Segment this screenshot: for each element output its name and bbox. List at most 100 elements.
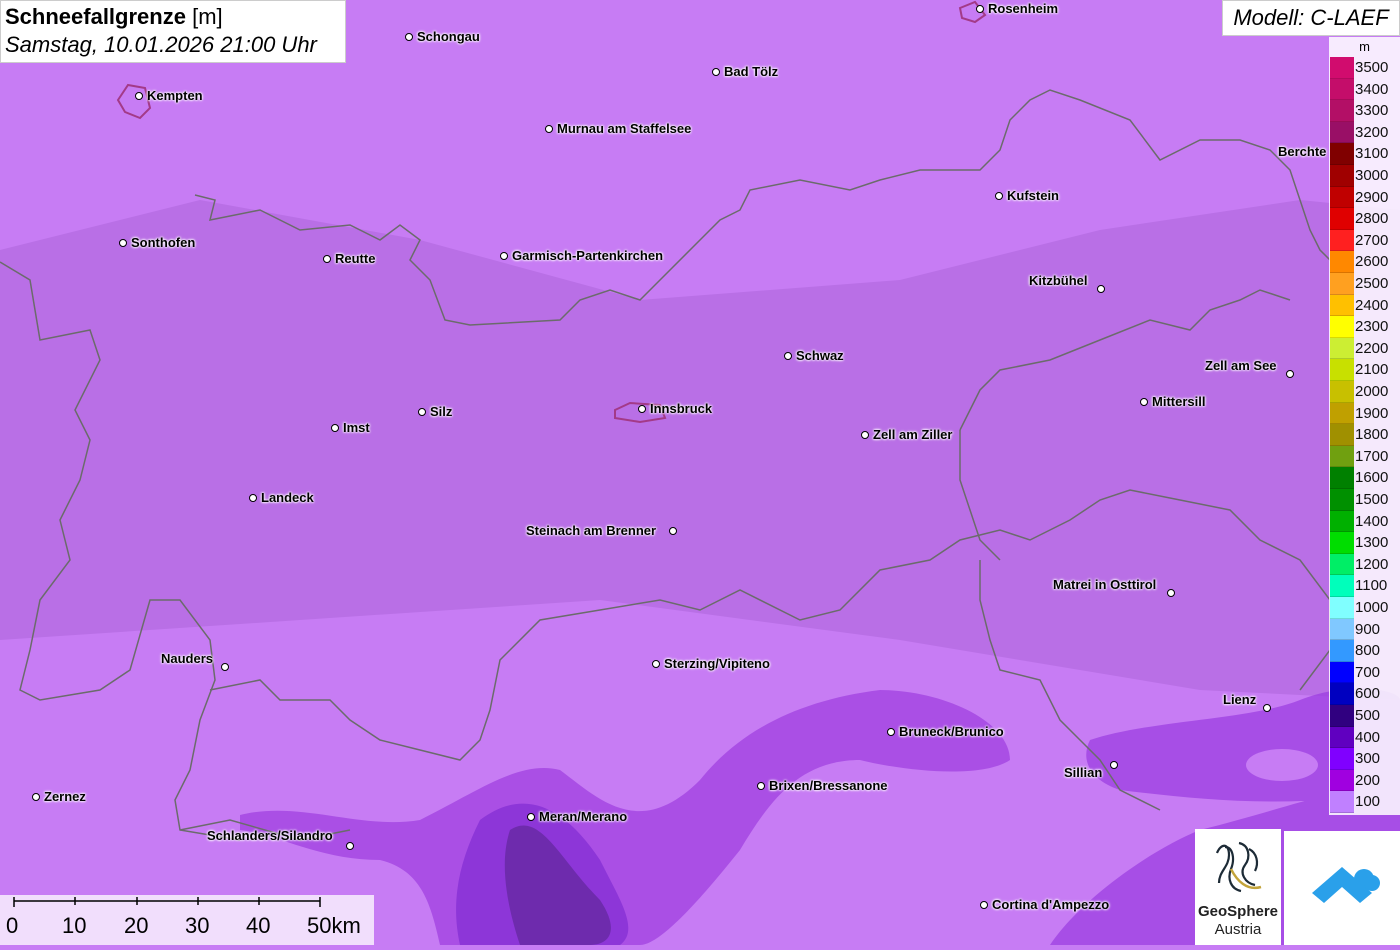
city-label: Landeck bbox=[261, 490, 314, 505]
legend-label: 2300 bbox=[1355, 318, 1389, 336]
legend-swatch bbox=[1330, 251, 1354, 273]
legend-swatch bbox=[1330, 402, 1354, 425]
legend-row: 1300 bbox=[1329, 532, 1400, 554]
legend-row: 2500 bbox=[1329, 273, 1400, 295]
legend-swatch bbox=[1330, 575, 1354, 597]
legend-label: 100 bbox=[1355, 793, 1381, 811]
city-dot bbox=[638, 405, 646, 413]
legend-row: 1200 bbox=[1329, 553, 1400, 576]
map-canvas bbox=[0, 0, 1400, 945]
city-label: Matrei in Osttirol bbox=[1053, 577, 1157, 592]
city-label: Kitzbühel bbox=[1029, 273, 1088, 288]
legend-row: 1600 bbox=[1329, 467, 1400, 489]
legend-swatch bbox=[1330, 100, 1354, 122]
city-dot bbox=[887, 728, 895, 736]
legend-swatch bbox=[1330, 489, 1354, 511]
map-title: Schneefallgrenze bbox=[5, 4, 186, 29]
city-dot bbox=[249, 494, 257, 502]
legend-swatch bbox=[1330, 726, 1354, 749]
legend-swatch bbox=[1330, 208, 1354, 230]
legend-row: 900 bbox=[1329, 618, 1400, 641]
geosphere-logo-line1: GeoSphere bbox=[1197, 903, 1279, 920]
legend-label: 500 bbox=[1355, 707, 1381, 724]
legend-label: 900 bbox=[1355, 620, 1381, 638]
city-dot bbox=[405, 33, 413, 41]
city-dot bbox=[119, 239, 127, 247]
legend-swatch bbox=[1330, 597, 1354, 619]
city-label: Bad Tölz bbox=[724, 64, 779, 79]
scale-tick-10: 10 bbox=[62, 913, 87, 938]
city-dot bbox=[1286, 370, 1294, 378]
legend-swatch bbox=[1330, 532, 1354, 554]
legend-swatch bbox=[1330, 640, 1354, 662]
scale-tick-40: 40 bbox=[246, 913, 271, 938]
legend-row: 1800 bbox=[1329, 424, 1400, 446]
legend-swatch bbox=[1330, 553, 1354, 576]
legend-swatch bbox=[1330, 510, 1354, 533]
map-title-box: Schneefallgrenze [m] Samstag, 10.01.2026… bbox=[0, 0, 346, 63]
city-dot bbox=[346, 842, 354, 850]
model-label: Modell: C-LAEF bbox=[1222, 0, 1400, 36]
app-logo bbox=[1284, 831, 1400, 945]
legend-swatch bbox=[1330, 381, 1354, 403]
legend-label: 1100 bbox=[1355, 577, 1388, 595]
legend-row: 800 bbox=[1329, 640, 1400, 662]
legend-label: 1600 bbox=[1355, 469, 1389, 487]
legend-swatch bbox=[1330, 769, 1354, 792]
city-label: Sillian bbox=[1064, 765, 1103, 780]
legend-row: 3200 bbox=[1329, 121, 1400, 144]
legend-swatch bbox=[1330, 294, 1354, 317]
legend-swatch bbox=[1330, 359, 1354, 381]
legend-label: 2700 bbox=[1355, 231, 1389, 249]
geosphere-logo: GeoSphere Austria bbox=[1195, 829, 1281, 945]
city-dot bbox=[527, 813, 535, 821]
legend-swatch bbox=[1330, 78, 1354, 101]
city-label: Mittersill bbox=[1152, 394, 1206, 409]
legend-swatch bbox=[1330, 143, 1354, 165]
legend-row: 600 bbox=[1329, 683, 1400, 705]
city-dot bbox=[1140, 398, 1148, 406]
city-dot bbox=[861, 431, 869, 439]
legend-swatch bbox=[1330, 229, 1354, 252]
legend-swatch bbox=[1330, 424, 1354, 446]
legend-label: 3300 bbox=[1355, 102, 1389, 120]
city-label: Reutte bbox=[335, 251, 376, 266]
legend-label: 3500 bbox=[1355, 59, 1389, 76]
city-dot bbox=[135, 92, 143, 100]
legend-label: 2600 bbox=[1355, 253, 1389, 271]
city-label: Schongau bbox=[417, 29, 480, 44]
legend-row: 200 bbox=[1329, 769, 1400, 792]
legend-label: 1900 bbox=[1355, 404, 1389, 422]
geosphere-logo-line2: Austria bbox=[1214, 921, 1262, 938]
city-label: Zell am Ziller bbox=[873, 427, 953, 442]
legend-label: 700 bbox=[1355, 663, 1381, 681]
city-dot bbox=[1110, 761, 1118, 769]
app-logo-icon bbox=[1312, 867, 1380, 903]
legend-label: 3200 bbox=[1355, 123, 1389, 141]
color-legend: m 3500 3400 3300 3200 3100 3000 2900 2800 2700 26… bbox=[1329, 37, 1400, 815]
city-label: Kufstein bbox=[1007, 188, 1059, 203]
legend-row: 3400 bbox=[1329, 78, 1400, 101]
legend-swatch bbox=[1330, 186, 1354, 209]
city-dot bbox=[545, 125, 553, 133]
city-label: Brixen/Bressanone bbox=[769, 778, 888, 793]
legend-row: 3100 bbox=[1329, 143, 1400, 165]
legend-label: 2000 bbox=[1355, 383, 1389, 400]
legend-swatch bbox=[1330, 273, 1354, 295]
legend-swatch bbox=[1330, 791, 1354, 813]
legend-row: 500 bbox=[1329, 705, 1400, 727]
city-label: Kempten bbox=[147, 88, 203, 103]
city-label: Innsbruck bbox=[650, 401, 713, 416]
city-dot bbox=[669, 527, 677, 535]
legend-swatch bbox=[1330, 661, 1354, 684]
legend-label: 2900 bbox=[1355, 188, 1389, 206]
scale-bar: 0 10 20 30 40 50km bbox=[0, 895, 374, 945]
city-label: Lienz bbox=[1223, 692, 1257, 707]
legend-label: 1200 bbox=[1355, 555, 1389, 573]
legend-label: 600 bbox=[1355, 685, 1381, 703]
legend-label: 2100 bbox=[1355, 361, 1389, 379]
legend-row: 1700 bbox=[1329, 445, 1400, 468]
legend-swatch bbox=[1330, 316, 1354, 338]
legend-label: 1800 bbox=[1355, 426, 1389, 444]
legend-row: 2600 bbox=[1329, 251, 1400, 273]
